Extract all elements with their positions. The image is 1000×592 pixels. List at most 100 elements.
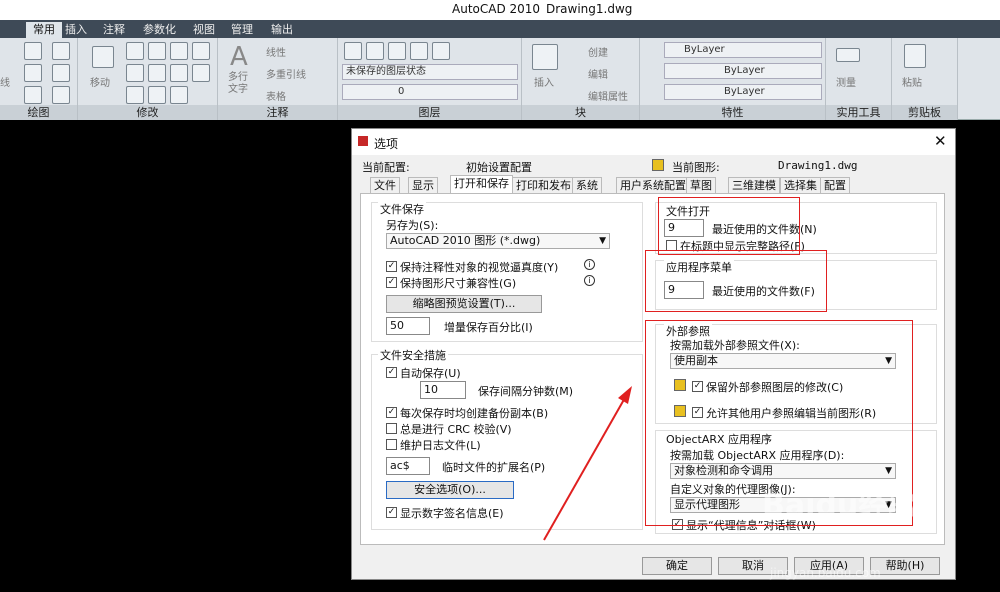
thumbnail-settings-button[interactable]: 缩略图预览设置(T)... — [386, 295, 542, 313]
polyline-icon[interactable] — [24, 42, 42, 60]
autosave-checkbox[interactable]: ✓ — [386, 367, 397, 378]
tab-home[interactable]: 常用 — [26, 22, 62, 38]
tab-plot-publish[interactable]: 打印和发布 — [512, 177, 575, 193]
dialog-title: 选项 — [374, 137, 399, 151]
tab-selection[interactable]: 选择集 — [780, 177, 821, 193]
hatch-icon[interactable] — [52, 64, 70, 82]
panel-layers: 未保存的图层状态 0 图层 — [338, 38, 522, 120]
tab-3d-modeling[interactable]: 三维建模 — [728, 177, 780, 193]
tab-parametric[interactable]: 参数化 — [136, 22, 183, 38]
ok-button[interactable]: 确定 — [642, 557, 712, 575]
dialog-titlebar: 选项 ✕ — [352, 129, 955, 155]
log-label: 维护日志文件(L) — [400, 439, 481, 452]
insert-label[interactable]: 插入 — [534, 74, 554, 89]
close-icon[interactable]: ✕ — [934, 132, 947, 150]
autosave-interval-input[interactable]: 10 — [420, 381, 466, 399]
measure-label[interactable]: 测量 — [836, 74, 856, 89]
rotate-icon[interactable] — [148, 42, 166, 60]
copy-icon[interactable] — [126, 42, 144, 60]
paste-label[interactable]: 粘贴 — [902, 74, 922, 89]
incremental-save-input[interactable]: 50 — [386, 317, 430, 335]
panel-modify-label: 修改 — [78, 105, 217, 120]
info-icon[interactable]: i — [584, 259, 595, 270]
tab-view[interactable]: 视图 — [186, 22, 222, 38]
layer-state-icon[interactable] — [366, 42, 384, 60]
tab-files[interactable]: 文件 — [370, 177, 400, 193]
mirror-icon[interactable] — [170, 64, 188, 82]
paste-icon[interactable] — [904, 44, 926, 68]
arc-icon[interactable] — [24, 86, 42, 104]
linetype-dropdown[interactable]: ByLayer — [664, 63, 822, 79]
move-icon[interactable] — [92, 46, 114, 68]
color-dropdown[interactable]: ByLayer — [664, 42, 822, 58]
tab-user-preferences[interactable]: 用户系统配置 — [616, 177, 690, 193]
scale-icon[interactable] — [148, 64, 166, 82]
layer-dropdown[interactable]: 0 — [342, 84, 518, 100]
rectangle-icon[interactable] — [52, 42, 70, 60]
edit-block-label[interactable]: 编辑 — [588, 66, 608, 81]
backup-checkbox[interactable]: ✓ — [386, 407, 397, 418]
trim-icon[interactable] — [170, 42, 188, 60]
stretch-icon[interactable] — [126, 64, 144, 82]
tab-insert[interactable]: 插入 — [58, 22, 94, 38]
offset-icon[interactable] — [192, 64, 210, 82]
move-label: 移动 — [90, 78, 110, 89]
tab-output[interactable]: 输出 — [264, 22, 300, 38]
watermark-logo: Baidu经验 — [762, 488, 919, 523]
layer-off-icon[interactable] — [432, 42, 450, 60]
mtext-label[interactable]: 多行文字 — [228, 72, 254, 96]
lineweight-dropdown[interactable]: ByLayer — [664, 84, 822, 100]
temp-extension-input[interactable]: ac$ — [386, 457, 430, 475]
digsig-checkbox[interactable]: ✓ — [386, 507, 397, 518]
insert-block-icon[interactable] — [532, 44, 558, 70]
tab-profiles[interactable]: 配置 — [820, 177, 850, 193]
autocad-logo-icon — [358, 136, 368, 146]
layer-previous-icon[interactable] — [388, 42, 406, 60]
panel-properties: ByLayer ByLayer ByLayer 特性 — [640, 38, 826, 120]
line-label: 线 — [0, 78, 10, 89]
drawing-icon — [652, 159, 664, 171]
layer-properties-icon[interactable] — [344, 42, 362, 60]
panel-utilities-label: 实用工具 — [826, 105, 891, 120]
tab-manage[interactable]: 管理 — [224, 22, 260, 38]
file-save-title: 文件保存 — [378, 201, 426, 217]
file-safety-title: 文件安全措施 — [378, 347, 448, 363]
panel-clipboard-label: 剪贴板 — [892, 105, 957, 120]
tab-system[interactable]: 系统 — [572, 177, 602, 193]
region-icon[interactable] — [52, 86, 70, 104]
array-icon[interactable] — [148, 86, 166, 104]
layer-name: 0 — [398, 86, 405, 97]
tab-display[interactable]: 显示 — [408, 177, 438, 193]
tab-drafting[interactable]: 草图 — [686, 177, 716, 193]
circle-icon[interactable] — [24, 64, 42, 82]
digsig-label: 显示数字签名信息(E) — [400, 507, 504, 520]
erase-icon[interactable] — [192, 42, 210, 60]
text-icon[interactable]: A — [230, 42, 248, 72]
fillet-icon[interactable] — [126, 86, 144, 104]
info-icon[interactable]: i — [584, 275, 595, 286]
ribbon-tabs: 常用 插入 注释 参数化 视图 管理 输出 — [0, 20, 1000, 38]
explode-icon[interactable] — [170, 86, 188, 104]
layer-isolate-icon[interactable] — [410, 42, 428, 60]
current-drawing-label: 当前图形: — [672, 161, 720, 174]
tab-open-save[interactable]: 打开和保存 — [450, 175, 513, 193]
layer-state-dropdown[interactable]: 未保存的图层状态 — [342, 64, 518, 80]
crc-checkbox[interactable] — [386, 423, 397, 434]
panel-block-label: 块 — [522, 105, 639, 120]
log-checkbox[interactable] — [386, 439, 397, 450]
linear-label[interactable]: 线性 — [266, 44, 286, 59]
keep-annot-checkbox[interactable]: ✓ — [386, 261, 397, 272]
keep-size-checkbox[interactable]: ✓ — [386, 277, 397, 288]
mleader-label[interactable]: 多重引线 — [266, 66, 306, 81]
tab-annotate[interactable]: 注释 — [96, 22, 132, 38]
edit-attributes-label[interactable]: 编辑属性 — [588, 88, 628, 103]
save-as-select[interactable]: AutoCAD 2010 图形 (*.dwg) ▼ — [386, 233, 610, 249]
security-options-button[interactable]: 安全选项(O)... — [386, 481, 514, 499]
measure-icon[interactable] — [836, 48, 860, 62]
table-label[interactable]: 表格 — [266, 88, 286, 103]
app-title: AutoCAD 2010 — [452, 2, 541, 16]
current-profile-value: 初始设置配置 — [466, 161, 532, 174]
file-title: Drawing1.dwg — [546, 2, 633, 16]
create-block-label[interactable]: 创建 — [588, 44, 608, 59]
current-drawing-value: Drawing1.dwg — [778, 159, 858, 172]
